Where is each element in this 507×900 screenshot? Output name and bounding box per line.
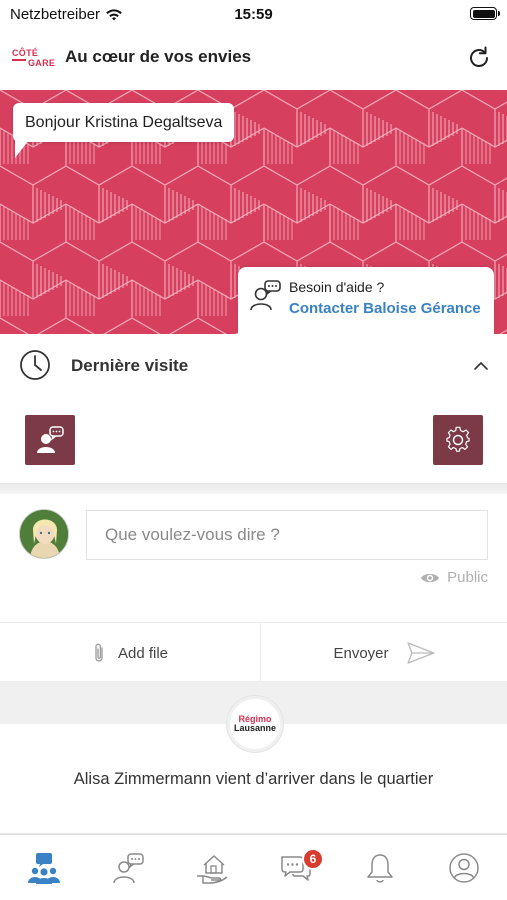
tab-notifications[interactable] [338, 835, 422, 900]
post-composer: Public [0, 494, 507, 622]
visibility-toggle[interactable]: Public [420, 569, 488, 586]
battery-icon [470, 7, 500, 20]
gear-icon [446, 426, 470, 452]
refresh-button[interactable] [465, 44, 493, 72]
send-label: Envoyer [333, 644, 389, 662]
advisor-chat-icon [37, 426, 64, 453]
advisor-chat-icon [250, 280, 281, 311]
section-separator [0, 484, 507, 494]
last-visit-section: Dernière visite [0, 334, 507, 484]
feed-card[interactable]: Régimo Lausanne Alisa Zimmermann vient d… [0, 696, 507, 834]
group-logo: Régimo Lausanne [227, 696, 283, 752]
home-hand-icon [197, 855, 228, 884]
add-file-label: Add file [117, 644, 169, 662]
tab-home[interactable] [170, 835, 254, 900]
chevron-up-icon[interactable] [473, 358, 489, 374]
tab-bar: 6 [0, 834, 507, 900]
contact-link[interactable]: Contacter Baloise Gérance [289, 300, 481, 317]
avatar [19, 509, 69, 559]
unread-badge: 6 [302, 848, 324, 870]
last-visit-header[interactable]: Dernière visite [0, 334, 507, 396]
status-time: 15:59 [234, 6, 273, 23]
profile-icon [449, 853, 479, 883]
send-icon [406, 642, 435, 664]
welcome-banner: Bonjour Kristina Degaltseva Besoin d'aid… [0, 90, 507, 334]
app-header: CÔTÉ GARE Au cœur de vos envies [0, 30, 507, 90]
send-button[interactable]: Envoyer [261, 623, 507, 683]
help-question: Besoin d'aide ? [289, 279, 385, 295]
community-icon [28, 853, 60, 884]
add-file-button[interactable]: Add file [0, 623, 260, 683]
refresh-icon [470, 46, 488, 67]
visibility-label: Public [447, 569, 488, 586]
settings-button[interactable] [433, 415, 483, 465]
feed-message: Alisa Zimmermann vient d’arriver dans le… [73, 770, 434, 788]
greeting-bubble: Bonjour Kristina Degaltseva [13, 103, 235, 158]
advisor-chat-icon [113, 853, 144, 884]
help-card[interactable]: Besoin d'aide ? Contacter Baloise Géranc… [238, 267, 494, 334]
post-input[interactable] [86, 510, 488, 560]
tab-messages[interactable]: 6 [254, 835, 338, 900]
bell-icon [367, 854, 393, 883]
tab-profile[interactable] [422, 835, 506, 900]
greeting-text: Bonjour Kristina Degaltseva [25, 113, 223, 131]
paperclip-icon [95, 643, 103, 662]
eye-icon [421, 573, 440, 582]
tab-community[interactable] [2, 835, 86, 900]
status-bar: Netzbetreiber 15:59 [0, 0, 507, 30]
tab-advisor[interactable] [86, 835, 170, 900]
advisor-button[interactable] [25, 415, 75, 465]
post-actions: Add file Envoyer [0, 622, 507, 683]
clock-icon [20, 350, 50, 380]
last-visit-title: Dernière visite [71, 356, 189, 375]
page-title: Au cœur de vos envies [65, 47, 252, 66]
cote-gare-logo: CÔTÉ GARE [12, 48, 56, 68]
